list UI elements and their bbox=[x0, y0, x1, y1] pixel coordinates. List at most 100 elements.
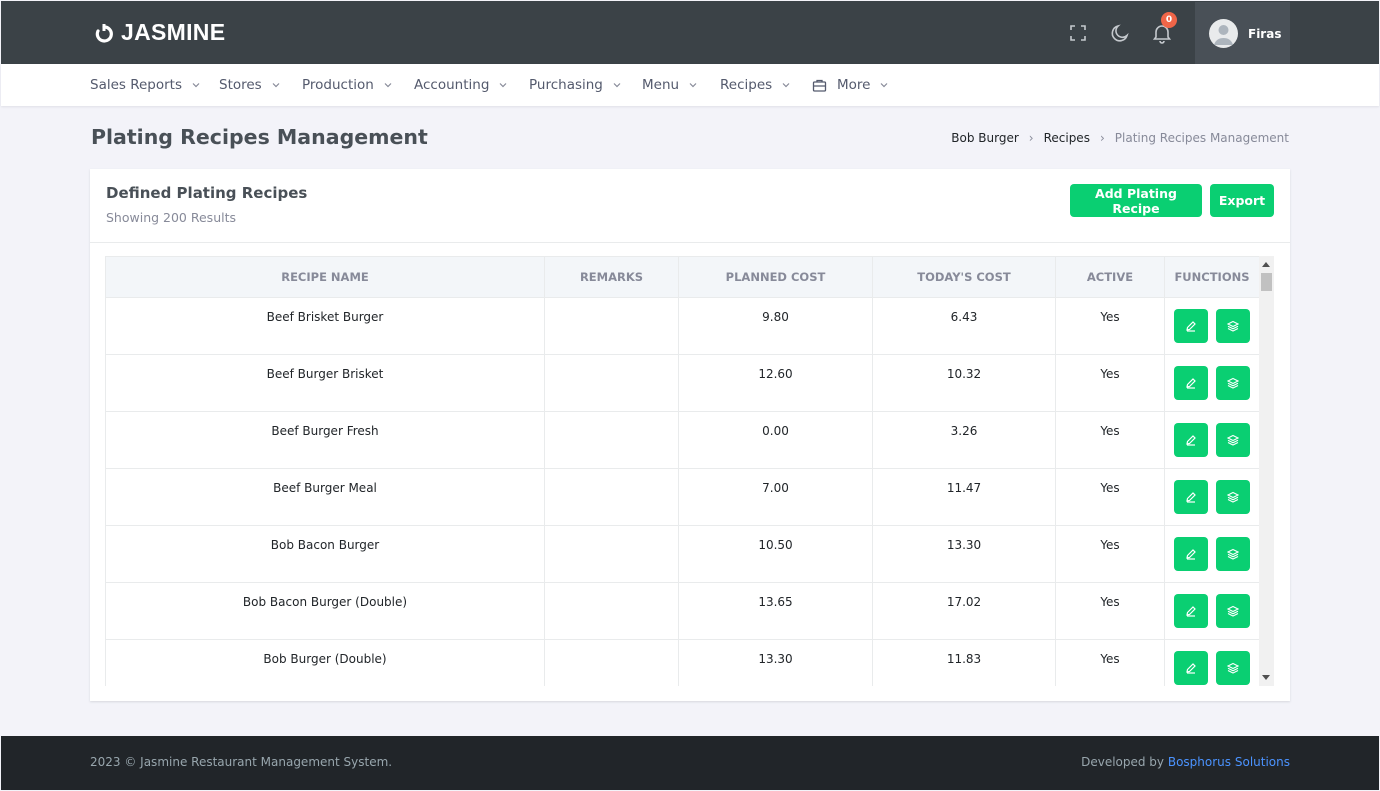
user-name: Firas bbox=[1248, 26, 1282, 41]
table-row: Beef Brisket Burger 9.80 6.43 Yes bbox=[105, 297, 1260, 355]
layers-button[interactable] bbox=[1216, 423, 1250, 457]
table-row: Bob Burger (Double) 13.30 11.83 Yes bbox=[105, 639, 1260, 686]
breadcrumb-separator-icon: › bbox=[1099, 131, 1105, 145]
edit-button[interactable] bbox=[1174, 309, 1208, 343]
edit-button[interactable] bbox=[1174, 423, 1208, 457]
scroll-down-arrow-icon[interactable] bbox=[1262, 675, 1270, 680]
layers-button[interactable] bbox=[1216, 594, 1250, 628]
edit-button[interactable] bbox=[1174, 651, 1208, 685]
breadcrumb-separator-icon: › bbox=[1028, 131, 1034, 145]
chevron-down-icon bbox=[613, 83, 621, 88]
card-header: Defined Plating Recipes Showing 200 Resu… bbox=[90, 169, 1290, 243]
recipes-table-wrapper: RECIPE NAME REMARKS PLANNED COST TODAY'S… bbox=[105, 256, 1274, 686]
layers-button[interactable] bbox=[1216, 651, 1250, 685]
app-logo[interactable]: JASMINE bbox=[95, 19, 225, 46]
nav-production[interactable]: Production bbox=[302, 64, 392, 106]
edit-button[interactable] bbox=[1174, 537, 1208, 571]
chevron-down-icon bbox=[689, 83, 697, 88]
column-header-recipe-name[interactable]: RECIPE NAME bbox=[105, 256, 545, 298]
remarks-cell bbox=[544, 525, 679, 583]
recipe-name-cell: Bob Burger (Double) bbox=[105, 639, 545, 686]
nav-purchasing[interactable]: Purchasing bbox=[529, 64, 621, 106]
briefcase-icon bbox=[812, 79, 827, 92]
footer-credits: Developed by Bosphorus Solutions bbox=[1081, 755, 1290, 769]
nav-label: Sales Reports bbox=[90, 77, 183, 93]
functions-cell bbox=[1164, 297, 1260, 355]
recipe-name-cell: Bob Bacon Burger (Double) bbox=[105, 582, 545, 640]
column-header-planned-cost[interactable]: PLANNED COST bbox=[678, 256, 873, 298]
remarks-cell bbox=[544, 639, 679, 686]
layers-button[interactable] bbox=[1216, 480, 1250, 514]
layers-icon bbox=[1227, 377, 1239, 389]
nav-label: Stores bbox=[219, 77, 262, 93]
column-header-active[interactable]: ACTIVE bbox=[1055, 256, 1165, 298]
scroll-up-arrow-icon[interactable] bbox=[1262, 262, 1270, 267]
layers-button[interactable] bbox=[1216, 537, 1250, 571]
card-title: Defined Plating Recipes bbox=[106, 184, 308, 202]
column-header-functions: FUNCTIONS bbox=[1164, 256, 1260, 298]
nav-accounting[interactable]: Accounting bbox=[414, 64, 507, 106]
layers-icon bbox=[1227, 434, 1239, 446]
pencil-icon bbox=[1186, 549, 1196, 560]
footer: 2023 © Jasmine Restaurant Management Sys… bbox=[1, 736, 1379, 790]
export-button[interactable]: Export bbox=[1210, 184, 1274, 217]
edit-button[interactable] bbox=[1174, 480, 1208, 514]
nav-recipes[interactable]: Recipes bbox=[720, 64, 790, 106]
table-row: Beef Burger Meal 7.00 11.47 Yes bbox=[105, 468, 1260, 526]
layers-button[interactable] bbox=[1216, 309, 1250, 343]
row-actions bbox=[1165, 537, 1259, 571]
fullscreen-icon[interactable] bbox=[1066, 21, 1090, 45]
layers-icon bbox=[1227, 605, 1239, 617]
edit-button[interactable] bbox=[1174, 594, 1208, 628]
nav-sales-reports[interactable]: Sales Reports bbox=[90, 64, 200, 106]
column-header-remarks[interactable]: REMARKS bbox=[544, 256, 679, 298]
active-cell: Yes bbox=[1055, 411, 1165, 469]
recipe-name-cell: Beef Burger Brisket bbox=[105, 354, 545, 412]
scrollbar-thumb[interactable] bbox=[1261, 273, 1272, 291]
nav-stores[interactable]: Stores bbox=[219, 64, 280, 106]
user-avatar-icon bbox=[1209, 19, 1238, 48]
footer-developed-by: Developed by bbox=[1081, 755, 1165, 769]
remarks-cell bbox=[544, 354, 679, 412]
pencil-icon bbox=[1186, 663, 1196, 674]
todays-cost-cell: 11.47 bbox=[872, 468, 1056, 526]
chevron-down-icon bbox=[272, 83, 280, 88]
remarks-cell bbox=[544, 582, 679, 640]
pencil-icon bbox=[1186, 378, 1196, 389]
nav-label: Menu bbox=[642, 77, 680, 93]
recipes-table: RECIPE NAME REMARKS PLANNED COST TODAY'S… bbox=[105, 256, 1260, 686]
chevron-down-icon bbox=[881, 83, 888, 88]
add-plating-recipe-button[interactable]: Add Plating Recipe bbox=[1070, 184, 1202, 217]
edit-button[interactable] bbox=[1174, 366, 1208, 400]
row-actions bbox=[1165, 423, 1259, 457]
row-actions bbox=[1165, 651, 1259, 685]
user-menu[interactable]: Firas bbox=[1195, 2, 1290, 65]
recipe-name-cell: Bob Bacon Burger bbox=[105, 525, 545, 583]
nav-label: Production bbox=[302, 77, 374, 93]
breadcrumb-item[interactable]: Bob Burger bbox=[951, 131, 1019, 145]
recipe-name-cell: Beef Burger Fresh bbox=[105, 411, 545, 469]
layers-icon bbox=[1227, 491, 1239, 503]
row-actions bbox=[1165, 594, 1259, 628]
breadcrumb-current: Plating Recipes Management bbox=[1114, 131, 1289, 145]
column-header-todays-cost[interactable]: TODAY'S COST bbox=[872, 256, 1056, 298]
table-scrollbar[interactable] bbox=[1259, 256, 1274, 686]
pencil-icon bbox=[1186, 321, 1196, 332]
developer-link[interactable]: Bosphorus Solutions bbox=[1168, 755, 1290, 769]
nav-more[interactable]: More bbox=[812, 64, 888, 106]
remarks-cell bbox=[544, 297, 679, 355]
nav-menu[interactable]: Menu bbox=[642, 64, 697, 106]
table-row: Bob Bacon Burger (Double) 13.65 17.02 Yes bbox=[105, 582, 1260, 640]
nav-label: Recipes bbox=[720, 77, 773, 93]
footer-copyright: 2023 © Jasmine Restaurant Management Sys… bbox=[90, 755, 393, 769]
dark-mode-moon-icon[interactable] bbox=[1108, 21, 1132, 45]
planned-cost-cell: 10.50 bbox=[678, 525, 873, 583]
todays-cost-cell: 17.02 bbox=[872, 582, 1056, 640]
app-name: JASMINE bbox=[121, 19, 226, 45]
layers-button[interactable] bbox=[1216, 366, 1250, 400]
breadcrumb: Bob Burger › Recipes › Plating Recipes M… bbox=[951, 131, 1289, 145]
row-actions bbox=[1165, 309, 1259, 343]
breadcrumb-item[interactable]: Recipes bbox=[1044, 131, 1090, 145]
table-row: Beef Burger Fresh 0.00 3.26 Yes bbox=[105, 411, 1260, 469]
active-cell: Yes bbox=[1055, 639, 1165, 686]
